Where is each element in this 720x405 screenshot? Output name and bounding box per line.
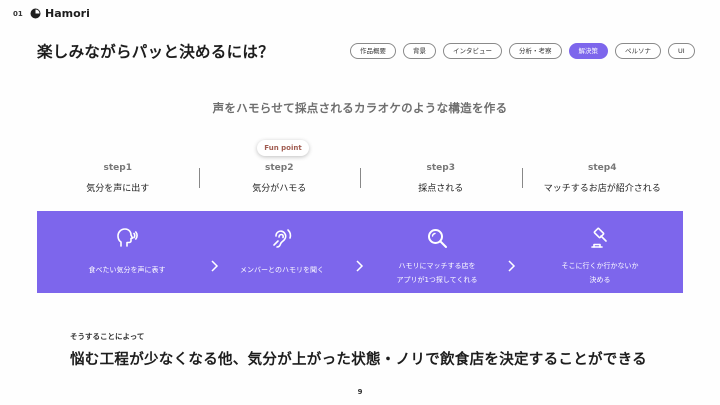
flow-item-match: ハモリにマッチする店を アプリが1つ探してくれる: [367, 211, 507, 293]
tab-persona[interactable]: ペルソナ: [615, 43, 661, 59]
step-3: step3 採点される: [360, 160, 522, 200]
flow-item-decide: そこに行くか行かないか 決める: [530, 211, 670, 293]
tab-analysis[interactable]: 分析・考察: [509, 43, 562, 59]
flow-item-voice: 食べたい気分を声に表す: [57, 211, 197, 293]
flow-text: そこに行くか行かないか 決める: [561, 262, 639, 284]
brand: Hamori: [30, 7, 90, 20]
speaking-head-icon: [117, 228, 138, 247]
tab-ui[interactable]: UI: [668, 43, 695, 59]
page-number: 9: [357, 388, 363, 396]
conclusion-text: 悩む工程が少なくなる他、気分が上がった状態・ノリで飲食店を決定することができる: [70, 352, 647, 368]
step-4: step4 マッチするお店が紹介される: [521, 160, 684, 200]
gavel-icon: [591, 227, 607, 248]
step-number: step1: [103, 163, 132, 173]
step-number: step4: [588, 163, 617, 173]
step-label: 気分がハモる: [252, 184, 307, 194]
chevron-right-icon: [508, 260, 516, 272]
hamori-logo-icon: [30, 8, 41, 19]
lead-text: そうすることによって: [70, 332, 145, 341]
chevron-right-icon: [356, 260, 364, 272]
step-2: step2 気分がハモる: [198, 160, 361, 200]
tab-interview[interactable]: インタビュー: [443, 43, 502, 59]
flow-text: 食べたい気分を声に表す: [88, 266, 166, 274]
step-label: マッチするお店が紹介される: [543, 184, 661, 194]
step-number: step3: [426, 163, 455, 173]
flow-text: ハモリにマッチする店を アプリが1つ探してくれる: [396, 262, 478, 284]
brand-name: Hamori: [45, 7, 90, 20]
tab-solution[interactable]: 解決策: [568, 43, 608, 59]
section-tabs: 作品概要 背景 インタビュー 分析・考察 解決策 ペルソナ UI: [350, 43, 695, 59]
step-1: step1 気分を声に出す: [37, 160, 199, 200]
steps-row: step1 気分を声に出す step2 気分がハモる step3 採点される s…: [37, 160, 683, 200]
step-label: 採点される: [418, 184, 464, 194]
step-number: step2: [265, 163, 294, 173]
flow-text: メンバーとのハモリを聞く: [240, 266, 324, 274]
step-label: 気分を声に出す: [86, 184, 150, 194]
flow-item-harmony: メンバーとのハモリを聞く: [212, 211, 352, 293]
tab-overview[interactable]: 作品概要: [350, 43, 396, 59]
page-title: 楽しみながらパッと決めるには？: [37, 43, 275, 61]
section-subtitle: 声をハモらせて採点されるカラオケのような構造を作る: [212, 101, 508, 115]
ear-icon: [273, 229, 292, 248]
flow-band: 食べたい気分を声に表す メンバーとのハモリを聞く ハモリにマッチする店を アプリが…: [37, 211, 683, 293]
slide-number: 01: [13, 10, 23, 18]
search-icon: [428, 229, 447, 248]
fun-point-badge: Fun point: [257, 140, 309, 156]
tab-background[interactable]: 背景: [403, 43, 436, 59]
